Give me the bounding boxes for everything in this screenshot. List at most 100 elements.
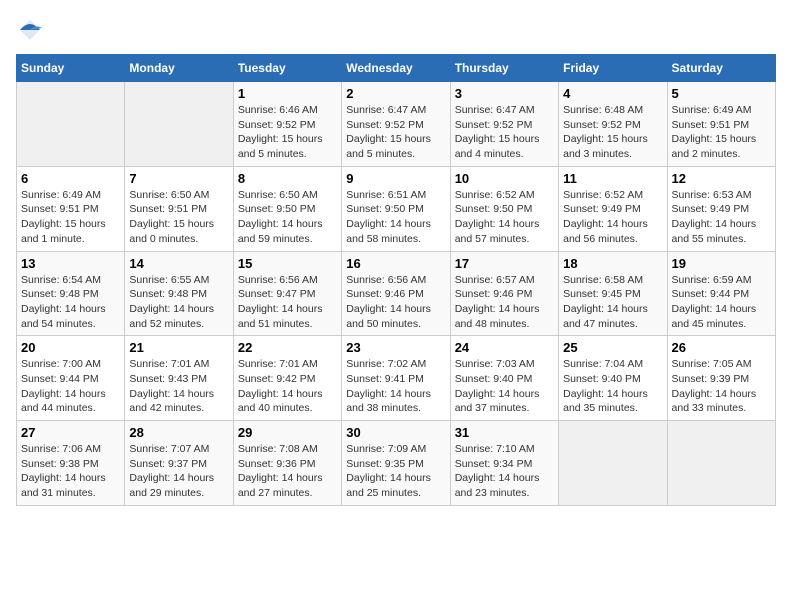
day-number: 12 bbox=[672, 171, 771, 186]
week-row-3: 13 Sunrise: 6:54 AM Sunset: 9:48 PM Dayli… bbox=[17, 251, 776, 336]
day-info: Sunrise: 6:52 AM Sunset: 9:50 PM Dayligh… bbox=[455, 188, 554, 247]
day-cell bbox=[559, 421, 667, 506]
day-cell: 27 Sunrise: 7:06 AM Sunset: 9:38 PM Dayli… bbox=[17, 421, 125, 506]
day-number: 14 bbox=[129, 256, 228, 271]
day-number: 22 bbox=[238, 340, 337, 355]
day-info: Sunrise: 6:54 AM Sunset: 9:48 PM Dayligh… bbox=[21, 273, 120, 332]
day-cell: 21 Sunrise: 7:01 AM Sunset: 9:43 PM Dayli… bbox=[125, 336, 233, 421]
day-cell: 7 Sunrise: 6:50 AM Sunset: 9:51 PM Daylig… bbox=[125, 166, 233, 251]
day-cell: 30Sunrise: 7:09 AM Sunset: 9:35 PM Dayli… bbox=[342, 421, 450, 506]
day-number: 9 bbox=[346, 171, 445, 186]
day-cell: 19Sunrise: 6:59 AM Sunset: 9:44 PM Dayli… bbox=[667, 251, 775, 336]
day-number: 21 bbox=[129, 340, 228, 355]
day-number: 31 bbox=[455, 425, 554, 440]
day-info: Sunrise: 7:04 AM Sunset: 9:40 PM Dayligh… bbox=[563, 357, 662, 416]
day-info: Sunrise: 7:03 AM Sunset: 9:40 PM Dayligh… bbox=[455, 357, 554, 416]
day-number: 15 bbox=[238, 256, 337, 271]
day-cell: 13 Sunrise: 6:54 AM Sunset: 9:48 PM Dayli… bbox=[17, 251, 125, 336]
day-info: Sunrise: 6:53 AM Sunset: 9:49 PM Dayligh… bbox=[672, 188, 771, 247]
day-cell: 14 Sunrise: 6:55 AM Sunset: 9:48 PM Dayli… bbox=[125, 251, 233, 336]
day-cell: 6 Sunrise: 6:49 AM Sunset: 9:51 PM Daylig… bbox=[17, 166, 125, 251]
col-header-friday: Friday bbox=[559, 55, 667, 82]
day-number: 6 bbox=[21, 171, 120, 186]
day-cell: 26 Sunrise: 7:05 AM Sunset: 9:39 PM Dayli… bbox=[667, 336, 775, 421]
day-cell: 23 Sunrise: 7:02 AM Sunset: 9:41 PM Dayli… bbox=[342, 336, 450, 421]
week-row-5: 27 Sunrise: 7:06 AM Sunset: 9:38 PM Dayli… bbox=[17, 421, 776, 506]
col-header-monday: Monday bbox=[125, 55, 233, 82]
day-info: Sunrise: 7:01 AM Sunset: 9:42 PM Dayligh… bbox=[238, 357, 337, 416]
day-number: 7 bbox=[129, 171, 228, 186]
col-header-wednesday: Wednesday bbox=[342, 55, 450, 82]
day-info: Sunrise: 7:01 AM Sunset: 9:43 PM Dayligh… bbox=[129, 357, 228, 416]
day-number: 30 bbox=[346, 425, 445, 440]
day-cell: 9 Sunrise: 6:51 AM Sunset: 9:50 PM Daylig… bbox=[342, 166, 450, 251]
day-cell bbox=[667, 421, 775, 506]
day-info: Sunrise: 6:47 AM Sunset: 9:52 PM Dayligh… bbox=[455, 103, 554, 162]
day-info: Sunrise: 6:46 AM Sunset: 9:52 PM Dayligh… bbox=[238, 103, 337, 162]
day-info: Sunrise: 6:49 AM Sunset: 9:51 PM Dayligh… bbox=[21, 188, 120, 247]
day-info: Sunrise: 7:07 AM Sunset: 9:37 PM Dayligh… bbox=[129, 442, 228, 501]
day-number: 29 bbox=[238, 425, 337, 440]
day-number: 17 bbox=[455, 256, 554, 271]
day-number: 23 bbox=[346, 340, 445, 355]
week-row-2: 6 Sunrise: 6:49 AM Sunset: 9:51 PM Daylig… bbox=[17, 166, 776, 251]
day-info: Sunrise: 7:02 AM Sunset: 9:41 PM Dayligh… bbox=[346, 357, 445, 416]
day-number: 13 bbox=[21, 256, 120, 271]
day-info: Sunrise: 6:57 AM Sunset: 9:46 PM Dayligh… bbox=[455, 273, 554, 332]
col-header-sunday: Sunday bbox=[17, 55, 125, 82]
day-cell: 1 Sunrise: 6:46 AM Sunset: 9:52 PM Daylig… bbox=[233, 82, 341, 167]
day-info: Sunrise: 6:50 AM Sunset: 9:51 PM Dayligh… bbox=[129, 188, 228, 247]
day-info: Sunrise: 7:05 AM Sunset: 9:39 PM Dayligh… bbox=[672, 357, 771, 416]
day-cell: 2Sunrise: 6:47 AM Sunset: 9:52 PM Daylig… bbox=[342, 82, 450, 167]
day-info: Sunrise: 6:50 AM Sunset: 9:50 PM Dayligh… bbox=[238, 188, 337, 247]
col-header-thursday: Thursday bbox=[450, 55, 558, 82]
day-number: 5 bbox=[672, 86, 771, 101]
day-cell: 5 Sunrise: 6:49 AM Sunset: 9:51 PM Daylig… bbox=[667, 82, 775, 167]
day-info: Sunrise: 7:08 AM Sunset: 9:36 PM Dayligh… bbox=[238, 442, 337, 501]
day-info: Sunrise: 6:56 AM Sunset: 9:47 PM Dayligh… bbox=[238, 273, 337, 332]
week-row-1: 1 Sunrise: 6:46 AM Sunset: 9:52 PM Daylig… bbox=[17, 82, 776, 167]
day-info: Sunrise: 6:49 AM Sunset: 9:51 PM Dayligh… bbox=[672, 103, 771, 162]
day-cell: 4Sunrise: 6:48 AM Sunset: 9:52 PM Daylig… bbox=[559, 82, 667, 167]
day-cell: 8 Sunrise: 6:50 AM Sunset: 9:50 PM Daylig… bbox=[233, 166, 341, 251]
day-cell: 17 Sunrise: 6:57 AM Sunset: 9:46 PM Dayli… bbox=[450, 251, 558, 336]
day-info: Sunrise: 6:55 AM Sunset: 9:48 PM Dayligh… bbox=[129, 273, 228, 332]
day-info: Sunrise: 6:52 AM Sunset: 9:49 PM Dayligh… bbox=[563, 188, 662, 247]
day-cell: 28 Sunrise: 7:07 AM Sunset: 9:37 PM Dayli… bbox=[125, 421, 233, 506]
logo-icon bbox=[16, 16, 44, 44]
day-cell bbox=[125, 82, 233, 167]
page-header bbox=[16, 16, 776, 44]
day-number: 28 bbox=[129, 425, 228, 440]
day-info: Sunrise: 7:00 AM Sunset: 9:44 PM Dayligh… bbox=[21, 357, 120, 416]
day-number: 18 bbox=[563, 256, 662, 271]
day-info: Sunrise: 6:58 AM Sunset: 9:45 PM Dayligh… bbox=[563, 273, 662, 332]
day-cell: 25Sunrise: 7:04 AM Sunset: 9:40 PM Dayli… bbox=[559, 336, 667, 421]
day-number: 2 bbox=[346, 86, 445, 101]
calendar-table: SundayMondayTuesdayWednesdayThursdayFrid… bbox=[16, 54, 776, 506]
day-number: 16 bbox=[346, 256, 445, 271]
week-row-4: 20 Sunrise: 7:00 AM Sunset: 9:44 PM Dayli… bbox=[17, 336, 776, 421]
day-cell: 10 Sunrise: 6:52 AM Sunset: 9:50 PM Dayli… bbox=[450, 166, 558, 251]
day-number: 10 bbox=[455, 171, 554, 186]
day-info: Sunrise: 6:51 AM Sunset: 9:50 PM Dayligh… bbox=[346, 188, 445, 247]
day-cell: 20 Sunrise: 7:00 AM Sunset: 9:44 PM Dayli… bbox=[17, 336, 125, 421]
day-number: 27 bbox=[21, 425, 120, 440]
day-info: Sunrise: 7:10 AM Sunset: 9:34 PM Dayligh… bbox=[455, 442, 554, 501]
day-number: 26 bbox=[672, 340, 771, 355]
logo bbox=[16, 16, 48, 44]
day-number: 20 bbox=[21, 340, 120, 355]
column-headers: SundayMondayTuesdayWednesdayThursdayFrid… bbox=[17, 55, 776, 82]
day-cell: 11Sunrise: 6:52 AM Sunset: 9:49 PM Dayli… bbox=[559, 166, 667, 251]
day-cell: 31 Sunrise: 7:10 AM Sunset: 9:34 PM Dayli… bbox=[450, 421, 558, 506]
day-cell: 18 Sunrise: 6:58 AM Sunset: 9:45 PM Dayli… bbox=[559, 251, 667, 336]
day-cell: 16Sunrise: 6:56 AM Sunset: 9:46 PM Dayli… bbox=[342, 251, 450, 336]
day-info: Sunrise: 6:48 AM Sunset: 9:52 PM Dayligh… bbox=[563, 103, 662, 162]
day-number: 8 bbox=[238, 171, 337, 186]
day-number: 24 bbox=[455, 340, 554, 355]
col-header-saturday: Saturday bbox=[667, 55, 775, 82]
day-number: 1 bbox=[238, 86, 337, 101]
day-info: Sunrise: 7:06 AM Sunset: 9:38 PM Dayligh… bbox=[21, 442, 120, 501]
day-cell: 22 Sunrise: 7:01 AM Sunset: 9:42 PM Dayli… bbox=[233, 336, 341, 421]
day-cell bbox=[17, 82, 125, 167]
day-cell: 29 Sunrise: 7:08 AM Sunset: 9:36 PM Dayli… bbox=[233, 421, 341, 506]
